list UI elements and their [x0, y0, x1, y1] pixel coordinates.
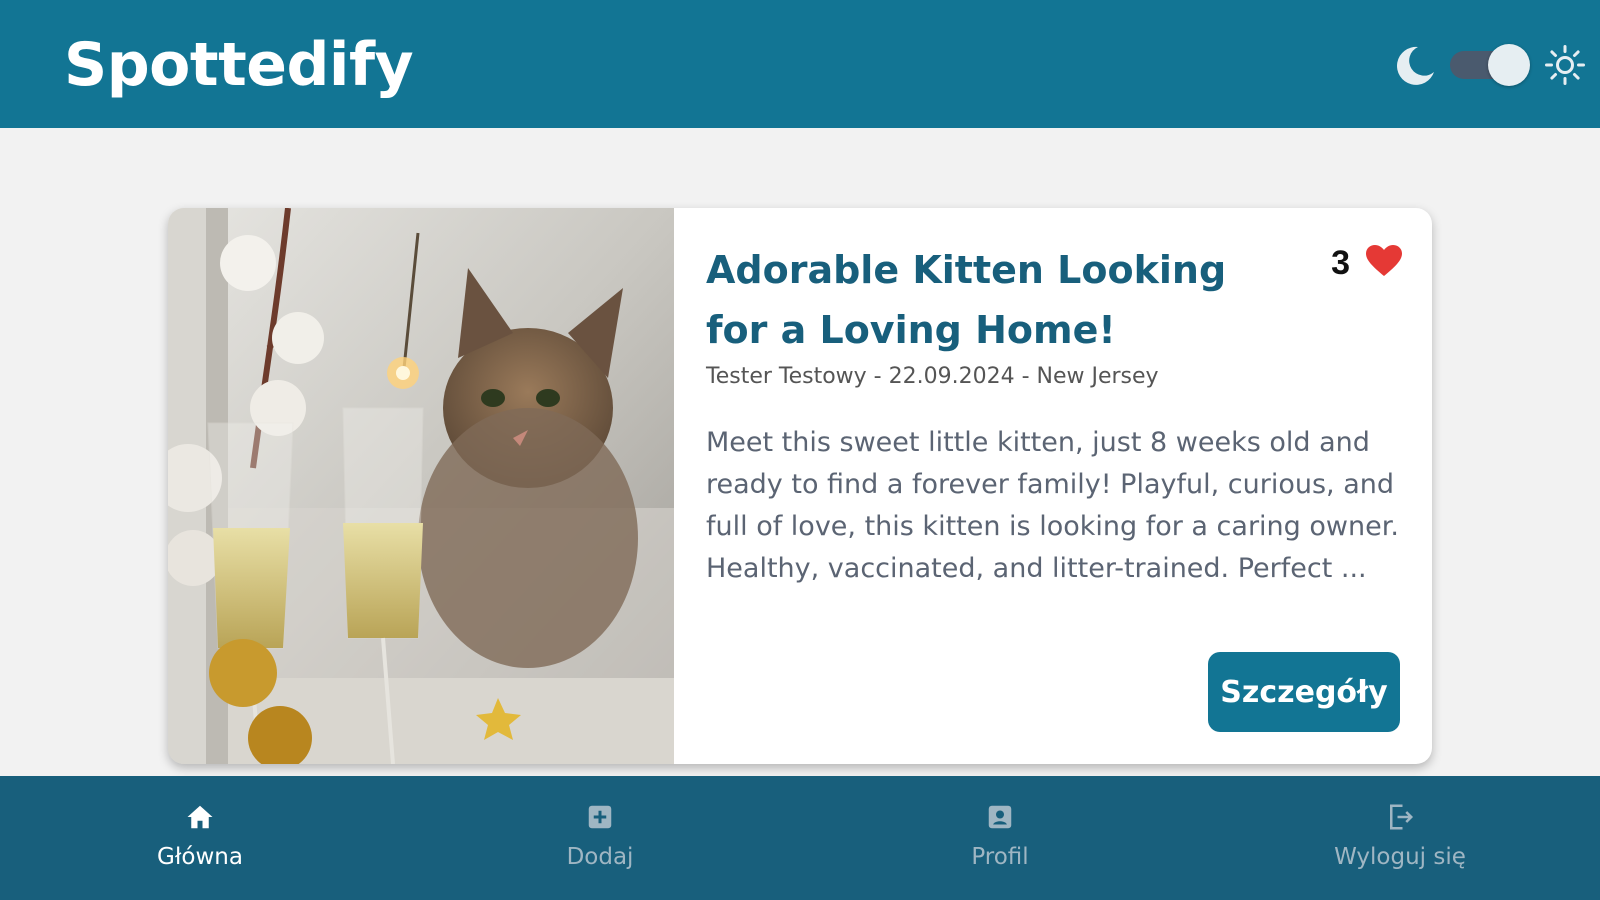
post-meta: Tester Testowy - 22.09.2024 - New Jersey: [706, 364, 1159, 389]
nav-item-logout[interactable]: Wyloguj się: [1200, 776, 1600, 900]
nav-item-home[interactable]: Główna: [0, 776, 400, 900]
post-card: Adorable Kitten Looking for a Loving Hom…: [168, 208, 1432, 764]
nav-label-home: Główna: [157, 844, 243, 870]
sun-icon: [1544, 44, 1586, 86]
nav-label-add: Dodaj: [566, 844, 634, 870]
like-count: 3: [1331, 244, 1350, 282]
profile-card-icon: [985, 802, 1015, 832]
likes: 3: [1331, 244, 1402, 283]
nav-item-add[interactable]: Dodaj: [400, 776, 800, 900]
logout-icon: [1385, 802, 1415, 832]
nav-label-profile: Profil: [971, 844, 1029, 870]
details-button[interactable]: Szczegóły: [1208, 652, 1400, 732]
home-icon: [185, 802, 215, 832]
bottom-navigation: Główna Dodaj Profil Wyloguj się: [0, 776, 1600, 900]
toggle-knob: [1488, 44, 1530, 86]
post-image: [168, 208, 674, 764]
theme-switcher: [1394, 38, 1586, 92]
theme-toggle[interactable]: [1450, 44, 1530, 86]
post-title[interactable]: Adorable Kitten Looking for a Loving Hom…: [706, 240, 1266, 360]
post-content: Adorable Kitten Looking for a Loving Hom…: [674, 208, 1432, 764]
nav-label-logout: Wyloguj się: [1334, 844, 1466, 870]
heart-icon[interactable]: [1366, 245, 1402, 282]
app-title: Spottedify: [64, 30, 414, 100]
add-square-icon: [585, 802, 615, 832]
post-description: Meet this sweet little kitten, just 8 we…: [706, 427, 1399, 584]
nav-item-profile[interactable]: Profil: [800, 776, 1200, 900]
top-app-bar: Spottedify: [0, 0, 1600, 128]
moon-icon: [1394, 44, 1436, 86]
